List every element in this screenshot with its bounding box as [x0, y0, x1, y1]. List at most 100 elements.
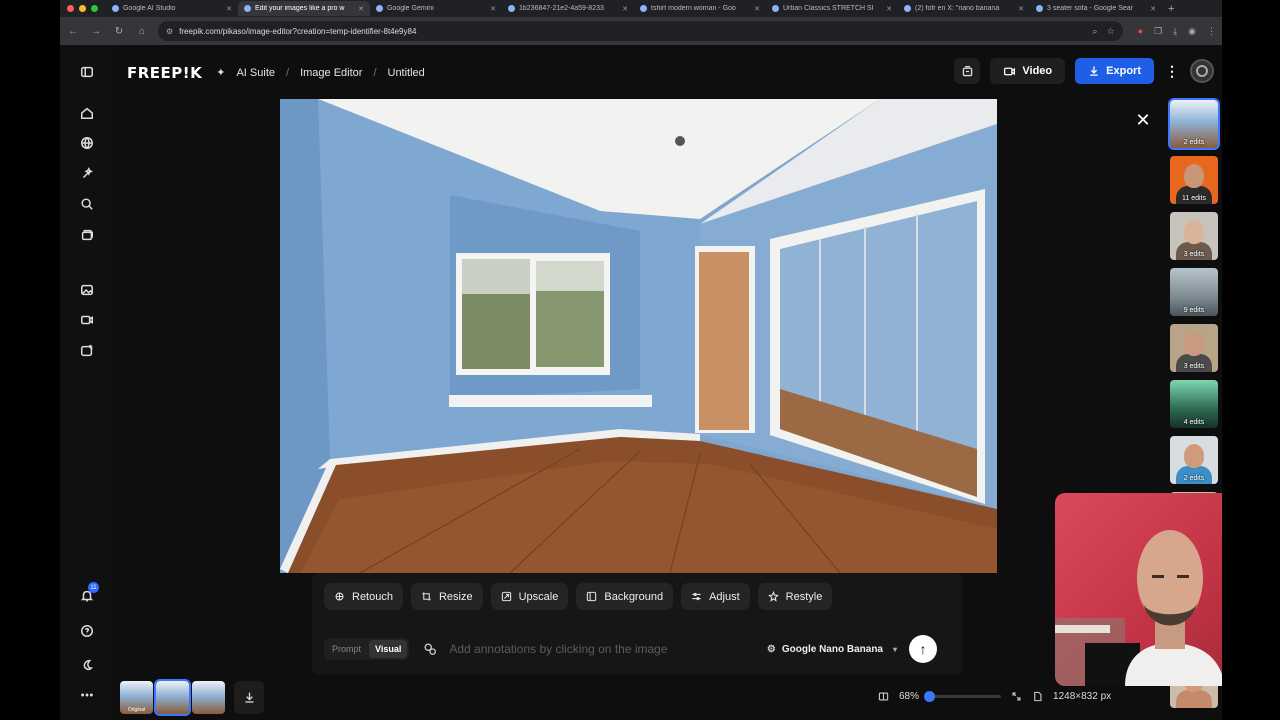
toggle-sidebar-icon[interactable] — [77, 62, 97, 82]
annotation-tool-icon[interactable] — [423, 642, 437, 656]
version-thumbnails: Original — [120, 679, 264, 716]
export-button-label: Export — [1106, 65, 1141, 77]
maximize-window-button[interactable] — [91, 5, 98, 12]
fit-screen-icon[interactable] — [1011, 691, 1022, 702]
history-thumbnail[interactable]: 3 edits — [1170, 324, 1218, 372]
download-versions-button[interactable] — [234, 681, 264, 714]
tab-favicon-icon — [772, 5, 779, 12]
extensions-puzzle-icon[interactable]: ❒ — [1154, 26, 1162, 37]
tab-close-icon[interactable]: ✕ — [226, 5, 232, 13]
model-selector[interactable]: ⚙ Google Nano Banana ▾ — [767, 644, 897, 655]
video-button[interactable]: Video — [990, 58, 1066, 84]
tool-upscale-button[interactable]: Upscale — [490, 583, 569, 610]
downloads-icon[interactable]: ⤓ — [1173, 26, 1177, 37]
history-thumbnail[interactable]: 2 edits — [1168, 98, 1220, 150]
reload-icon[interactable]: ↻ — [112, 26, 126, 37]
more-options-icon[interactable] — [77, 685, 97, 705]
document-title[interactable]: Untitled — [388, 67, 425, 79]
help-icon[interactable] — [77, 621, 97, 641]
export-button[interactable]: Export — [1075, 58, 1154, 84]
minimize-window-button[interactable] — [79, 5, 86, 12]
browser-tab[interactable]: Google AI Studio ✕ — [106, 1, 238, 16]
url-field[interactable]: ⚙ freepik.com/pikaso/image-editor?creati… — [158, 21, 1123, 41]
freepik-logo[interactable]: FREEP!K — [127, 64, 202, 82]
image-editor-nav-icon[interactable] — [77, 341, 97, 361]
browser-tab[interactable]: Edit your images like a pro w ✕ — [238, 1, 370, 16]
tool-background-button[interactable]: Background — [576, 583, 674, 610]
tab-close-icon[interactable]: ✕ — [490, 5, 496, 13]
tab-title: Urban Classics STRETCH SI — [783, 5, 874, 12]
browser-menu-icon[interactable]: ⋮ — [1207, 26, 1216, 37]
history-thumbnail[interactable]: 11 edits — [1170, 156, 1218, 204]
close-window-button[interactable] — [67, 5, 74, 12]
tab-close-icon[interactable]: ✕ — [622, 5, 628, 13]
original-thumbnail[interactable]: Original — [120, 681, 153, 714]
notification-count-badge: 11 — [88, 582, 99, 593]
video-generator-icon[interactable] — [77, 310, 97, 330]
close-editor-icon[interactable]: ✕ — [1134, 110, 1152, 131]
folder-icon[interactable] — [77, 225, 97, 245]
tool-retouch-button[interactable]: Retouch — [324, 583, 403, 610]
edited-image-canvas[interactable] — [280, 99, 997, 573]
user-avatar[interactable] — [1190, 59, 1214, 83]
editor-header: FREEP!K ✦ AI Suite / Image Editor / Unti… — [114, 45, 1222, 100]
version-thumbnail[interactable] — [192, 681, 225, 714]
browser-tab[interactable]: tshirt modern woman - Goo ✕ — [634, 1, 766, 16]
site-info-icon[interactable]: ⚙ — [166, 27, 173, 36]
resize-icon — [422, 592, 431, 601]
tool-restyle-button[interactable]: Restyle — [757, 583, 833, 610]
tab-close-icon[interactable]: ✕ — [754, 5, 760, 13]
dark-mode-moon-icon[interactable] — [77, 655, 97, 675]
tool-resize-button[interactable]: Resize — [410, 583, 483, 610]
tab-close-icon[interactable]: ✕ — [886, 5, 892, 13]
edit-count: 2 edits — [1183, 475, 1205, 482]
address-bar: ← → ↻ ⌂ ⚙ freepik.com/pikaso/image-edito… — [60, 17, 1222, 45]
image-generator-icon[interactable] — [77, 280, 97, 300]
tab-bar: Google AI Studio ✕ Edit your images like a… — [60, 0, 1222, 17]
prompt-mode-toggle[interactable]: Prompt Visual — [324, 638, 410, 660]
zoom-slider-handle[interactable] — [924, 691, 936, 702]
tab-favicon-icon — [244, 5, 251, 12]
home-nav-icon[interactable] — [77, 103, 97, 123]
breadcrumb-image-editor[interactable]: Image Editor — [300, 67, 362, 79]
forward-icon[interactable]: → — [89, 26, 103, 37]
edit-count: 3 edits — [1183, 251, 1205, 258]
zoom-slider[interactable] — [924, 691, 1002, 702]
bedroom-photo[interactable] — [280, 99, 997, 573]
annotation-input[interactable] — [449, 642, 740, 656]
edit-count: 11 edits — [1182, 195, 1206, 202]
mode-prompt-tab[interactable]: Prompt — [326, 640, 367, 658]
globe-icon[interactable] — [77, 133, 97, 153]
history-thumbnail[interactable]: 4 edits — [1170, 380, 1218, 428]
mode-visual-tab[interactable]: Visual — [369, 640, 408, 658]
tool-adjust-button[interactable]: Adjust — [681, 583, 750, 610]
back-icon[interactable]: ← — [66, 26, 80, 37]
compare-icon[interactable] — [878, 691, 889, 702]
history-thumbnail[interactable]: 3 edits — [1170, 212, 1218, 260]
extension-icon[interactable]: ● — [1138, 26, 1143, 37]
browser-tab[interactable]: 3 seater sofa - Google Sear ✕ — [1030, 1, 1162, 16]
notifications-bell-icon[interactable]: 11 — [77, 582, 99, 606]
browser-tab[interactable]: Google Gemini ✕ — [370, 1, 502, 16]
tab-close-icon[interactable]: ✕ — [1150, 5, 1156, 13]
tab-close-icon[interactable]: ✕ — [358, 5, 364, 13]
tab-close-icon[interactable]: ✕ — [1018, 5, 1024, 13]
breadcrumb-ai-suite[interactable]: AI Suite — [236, 67, 275, 79]
history-thumbnail[interactable]: 2 edits — [1170, 436, 1218, 484]
zoom-icon[interactable]: ⌕ — [1093, 26, 1098, 37]
browser-window: Google AI Studio ✕ Edit your images like a… — [60, 0, 1222, 720]
browser-tab[interactable]: 1b236847-21e2-4a59-8233 ✕ — [502, 1, 634, 16]
browser-tab[interactable]: (2) fofr en X: "nano banana ✕ — [898, 1, 1030, 16]
new-tab-button[interactable]: + — [1162, 3, 1180, 15]
search-nav-icon[interactable] — [77, 194, 97, 214]
profile-icon[interactable]: ◉ — [1188, 26, 1196, 37]
home-icon[interactable]: ⌂ — [135, 26, 149, 37]
history-panel-button[interactable] — [954, 58, 981, 84]
history-thumbnail[interactable]: 9 edits — [1170, 268, 1218, 316]
version-thumbnail[interactable] — [154, 679, 191, 716]
browser-tab[interactable]: Urban Classics STRETCH SI ✕ — [766, 1, 898, 16]
ai-tools-icon[interactable] — [77, 164, 97, 184]
bookmark-star-icon[interactable]: ☆ — [1107, 26, 1115, 37]
submit-arrow-button[interactable]: ↑ — [909, 635, 937, 663]
header-more-menu-icon[interactable]: ⋮ — [1164, 63, 1180, 80]
